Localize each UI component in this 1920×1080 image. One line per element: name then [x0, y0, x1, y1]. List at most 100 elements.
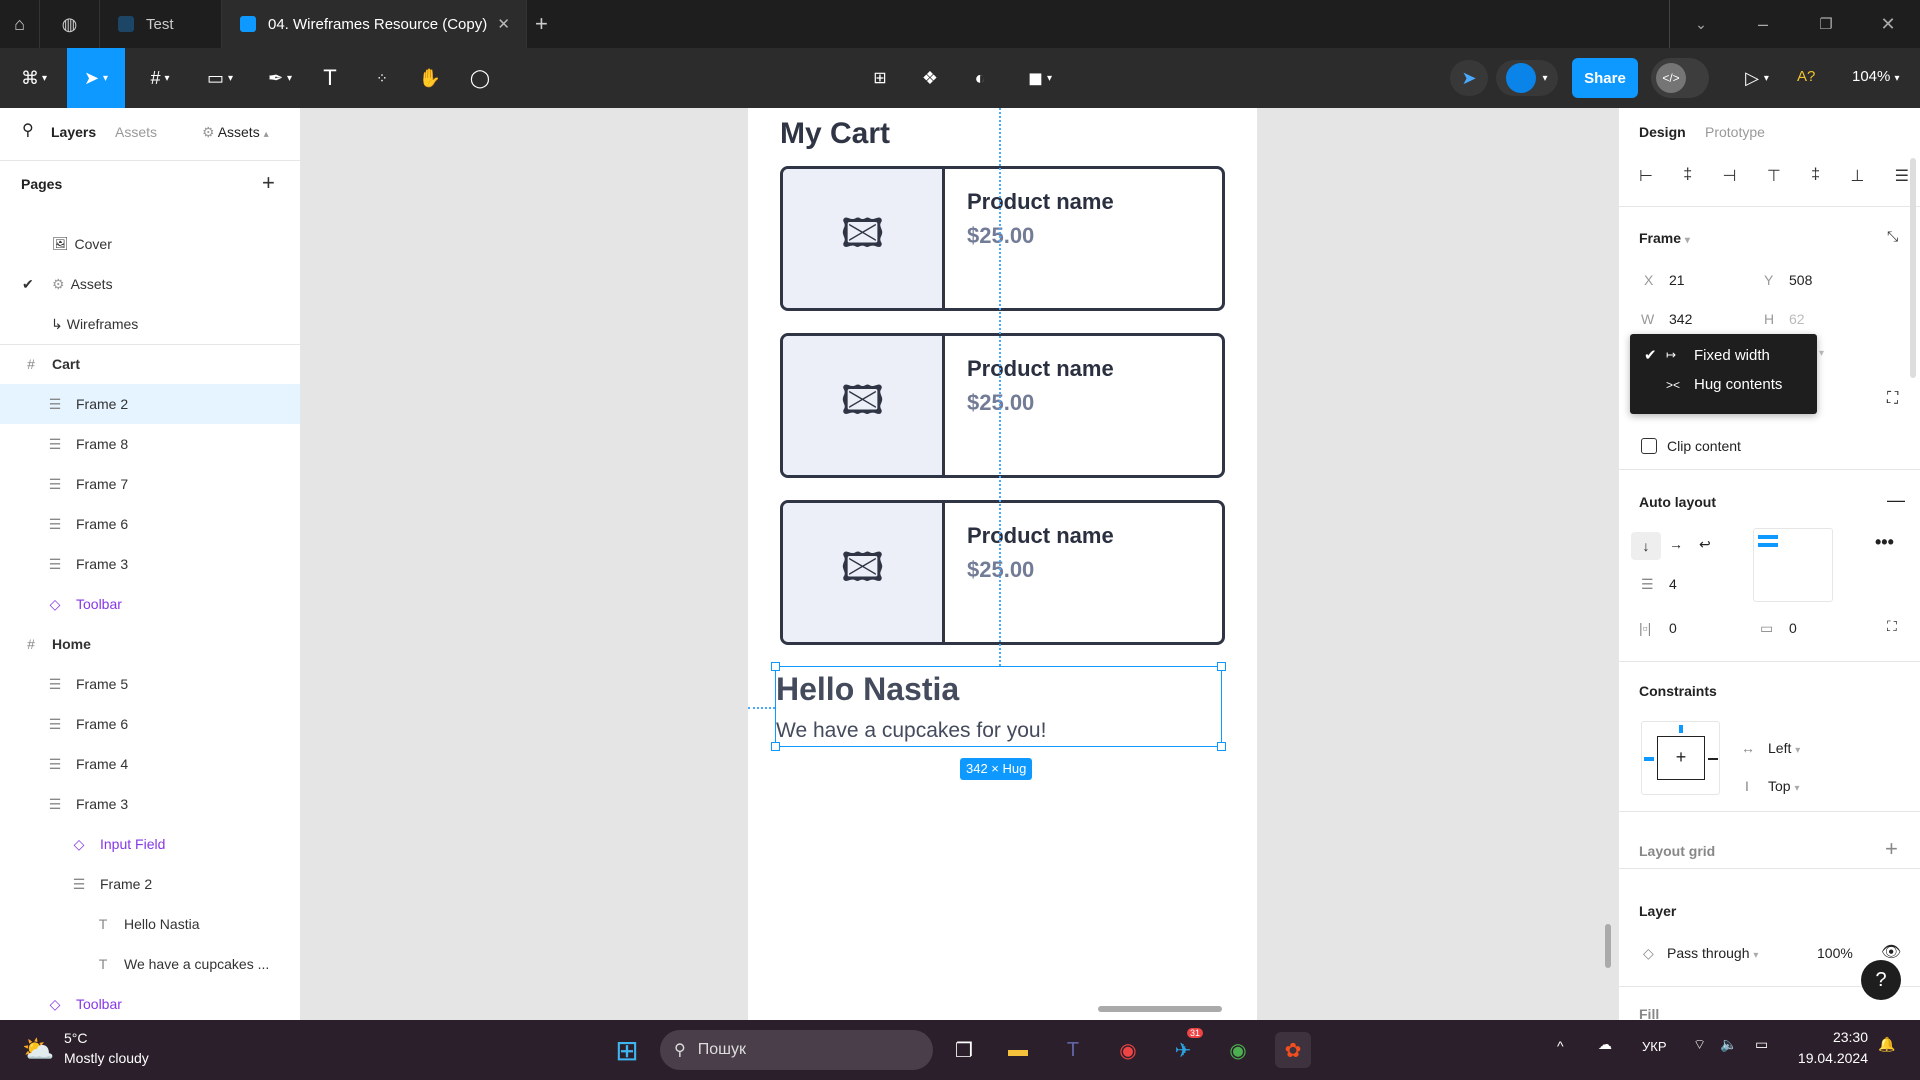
- constraint-left[interactable]: [1644, 757, 1654, 761]
- close-window-icon[interactable]: ✕: [1877, 14, 1899, 34]
- direction-horizontal-icon[interactable]: →: [1669, 536, 1683, 552]
- product-card[interactable]: 🖾 Product name $25.00: [780, 333, 1225, 478]
- layer-item[interactable]: ☰ Frame 4: [0, 744, 300, 784]
- horizontal-constraint-select[interactable]: Left ▾: [1768, 740, 1800, 756]
- layer-item[interactable]: # Home: [0, 624, 300, 664]
- close-tab-icon[interactable]: ✕: [497, 15, 510, 33]
- more-options-icon[interactable]: •••: [1875, 532, 1894, 553]
- layer-item[interactable]: T Hello Nastia: [0, 904, 300, 944]
- clip-content-checkbox[interactable]: [1641, 438, 1657, 454]
- menu-item-hug-contents[interactable]: >< Hug contents: [1666, 376, 1782, 393]
- align-bottom-icon[interactable]: ⊥: [1850, 166, 1864, 186]
- community-button[interactable]: ◍: [40, 0, 100, 48]
- opacity-input[interactable]: 100%: [1817, 945, 1853, 961]
- move-tool-icon[interactable]: ➤ ▾: [67, 48, 125, 108]
- resize-to-fit-icon[interactable]: ⤡: [1887, 228, 1898, 245]
- blend-mode-select[interactable]: Pass through ▾: [1667, 945, 1758, 961]
- align-h-center-icon[interactable]: ‡: [1683, 166, 1692, 186]
- chrome-icon[interactable]: ◉: [1110, 1032, 1146, 1068]
- frame-tool-icon[interactable]: # ▾: [140, 66, 180, 90]
- panel-scrollbar[interactable]: [1910, 158, 1916, 378]
- align-right-icon[interactable]: ⊣: [1723, 166, 1737, 186]
- chevron-up-icon[interactable]: ^: [1557, 1038, 1564, 1054]
- hand-tool-icon[interactable]: ✋: [418, 66, 442, 90]
- onedrive-icon[interactable]: ☁: [1598, 1036, 1612, 1053]
- remove-auto-layout-icon[interactable]: —: [1887, 490, 1905, 511]
- help-button[interactable]: ?: [1861, 960, 1901, 1000]
- horizontal-padding-input[interactable]: 0: [1669, 620, 1677, 636]
- chevron-down-icon[interactable]: ▾: [1819, 348, 1824, 359]
- clock-date[interactable]: 19.04.2024: [1788, 1050, 1868, 1066]
- weather-temp[interactable]: 5°C: [64, 1030, 88, 1046]
- user-avatar-button[interactable]: ▾: [1496, 60, 1558, 96]
- text-tool-icon[interactable]: T: [318, 65, 342, 90]
- resize-handle[interactable]: [1217, 742, 1226, 751]
- product-card[interactable]: 🖾 Product name $25.00: [780, 166, 1225, 311]
- page-item-cover[interactable]: 🖼 Cover: [0, 224, 300, 264]
- subtitle-text[interactable]: We have a cupcakes for you!: [776, 719, 1046, 743]
- constraint-top[interactable]: [1679, 725, 1683, 733]
- missing-fonts-indicator[interactable]: A?: [1797, 68, 1815, 85]
- chrome-profile-icon[interactable]: ◉: [1220, 1032, 1256, 1068]
- layer-item[interactable]: # Cart: [0, 344, 300, 384]
- horizontal-scrollbar[interactable]: [1098, 1006, 1222, 1012]
- menu-item-fixed-width[interactable]: ✔ ↦ Fixed width: [1644, 346, 1770, 365]
- wifi-icon[interactable]: ⌔: [1693, 1036, 1706, 1054]
- layer-item[interactable]: ☰ Frame 3: [0, 784, 300, 824]
- canvas[interactable]: My Cart 🖾 Product name $25.00 🖾 Product nam…: [301, 108, 1618, 1020]
- pen-tool-icon[interactable]: ✒ ▾: [260, 66, 300, 90]
- constraint-widget[interactable]: +: [1641, 721, 1720, 795]
- battery-icon[interactable]: ▭: [1755, 1036, 1768, 1053]
- dev-mode-toggle[interactable]: </>: [1651, 58, 1709, 98]
- layer-item[interactable]: ☰ Frame 3: [0, 544, 300, 584]
- figma-icon[interactable]: ✿: [1275, 1032, 1311, 1068]
- chevron-down-icon[interactable]: ⌄: [1690, 14, 1712, 34]
- layer-item[interactable]: ☰ Frame 5: [0, 664, 300, 704]
- share-button[interactable]: Share: [1572, 58, 1638, 98]
- layer-item[interactable]: ☰ Frame 2: [0, 384, 300, 424]
- tab-active-file[interactable]: 04. Wireframes Resource (Copy) ✕: [222, 0, 527, 48]
- page-selector[interactable]: ⚙ Assets ▴: [202, 124, 269, 141]
- x-input[interactable]: 21: [1669, 272, 1685, 288]
- weather-icon[interactable]: ⛅: [22, 1034, 54, 1065]
- clock-time[interactable]: 23:30: [1808, 1029, 1868, 1045]
- task-view-icon[interactable]: ❐: [946, 1032, 982, 1068]
- component-icon[interactable]: ❖: [918, 66, 942, 90]
- boolean-icon[interactable]: ◼ ▾: [1018, 66, 1062, 90]
- page-item-assets[interactable]: ✔ ⚙ Assets: [0, 264, 300, 304]
- y-input[interactable]: 508: [1789, 272, 1812, 288]
- layer-item[interactable]: ☰ Frame 7: [0, 464, 300, 504]
- layer-item[interactable]: ☰ Frame 6: [0, 504, 300, 544]
- layer-item[interactable]: ☰ Frame 2: [0, 864, 300, 904]
- layer-item[interactable]: ☰ Frame 8: [0, 424, 300, 464]
- restore-icon[interactable]: ❐: [1815, 14, 1837, 34]
- tab-assets[interactable]: Assets: [115, 124, 157, 140]
- tab-layers[interactable]: Layers: [51, 124, 96, 140]
- zoom-level[interactable]: 104% ▾: [1852, 68, 1900, 85]
- eye-icon[interactable]: 👁: [1881, 942, 1901, 962]
- mask-icon[interactable]: ◐: [968, 66, 992, 90]
- auto-layout-icon[interactable]: ⊞: [868, 66, 892, 90]
- align-top-icon[interactable]: ⊤: [1767, 166, 1781, 186]
- individual-padding-icon[interactable]: ⛶: [1887, 618, 1897, 635]
- align-left-icon[interactable]: ⊢: [1639, 166, 1653, 186]
- rectangle-tool-icon[interactable]: ▭ ▾: [200, 66, 240, 90]
- resize-handle[interactable]: [771, 662, 780, 671]
- new-tab-button[interactable]: +: [535, 0, 565, 48]
- resources-icon[interactable]: ⁘: [370, 66, 394, 90]
- weather-condition[interactable]: Mostly cloudy: [64, 1050, 149, 1066]
- product-card[interactable]: 🖾 Product name $25.00: [780, 500, 1225, 645]
- volume-icon[interactable]: 🔈: [1720, 1036, 1737, 1053]
- page-item-wireframes[interactable]: ↳ Wireframes: [0, 304, 300, 344]
- resize-handle[interactable]: [1217, 662, 1226, 671]
- tab-test[interactable]: Test: [100, 0, 222, 48]
- telegram-icon[interactable]: ✈ 31: [1165, 1028, 1203, 1068]
- layer-item[interactable]: ◇ Toolbar: [0, 984, 300, 1020]
- notification-bell-icon[interactable]: 🔔: [1878, 1036, 1895, 1053]
- add-layout-grid-icon[interactable]: +: [1885, 836, 1898, 862]
- search-icon[interactable]: ⚲: [22, 120, 34, 140]
- observation-cursor-icon[interactable]: ➤: [1450, 60, 1488, 96]
- corner-radius-icon[interactable]: ⛶: [1887, 390, 1898, 408]
- comment-tool-icon[interactable]: ◯: [468, 66, 492, 90]
- layer-item[interactable]: ◇ Input Field: [0, 824, 300, 864]
